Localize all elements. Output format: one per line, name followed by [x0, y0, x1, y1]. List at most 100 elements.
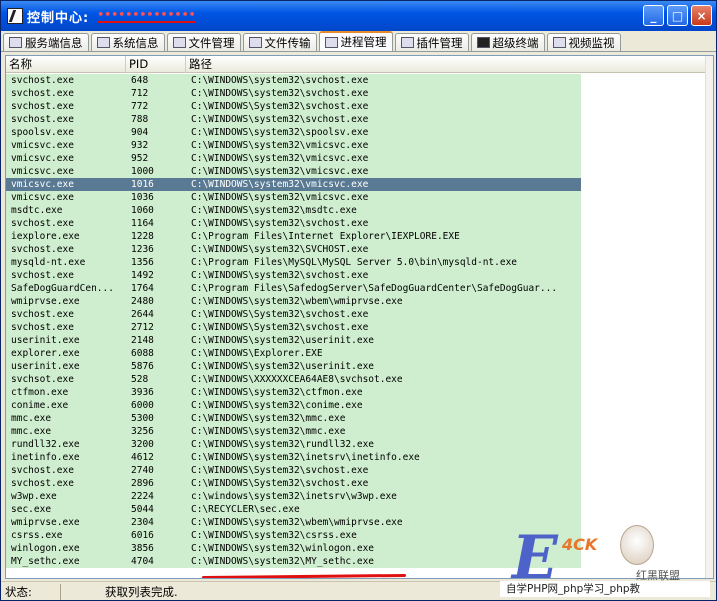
path-cell: C:\Program Files\SafedogServer\SafeDogGu…: [186, 282, 581, 295]
system-icon: [96, 37, 110, 48]
process-list[interactable]: 名称 PID 路径 svchost.exe 648 C:\WINDOWS\syste…: [5, 55, 714, 579]
table-row[interactable]: rundll32.exe 3200 C:\WINDOWS\system32\rund…: [6, 438, 706, 451]
table-row[interactable]: conime.exe 6000 C:\WINDOWS\system32\conime…: [6, 399, 706, 412]
column-header-name[interactable]: 名称: [6, 56, 126, 73]
path-cell: C:\WINDOWS\System32\svchost.exe: [186, 100, 581, 113]
process-name-cell: vmicsvc.exe: [6, 165, 126, 178]
table-row[interactable]: vmicsvc.exe 1036 C:\WINDOWS\system32\vmics…: [6, 191, 706, 204]
transfer-icon: [248, 37, 262, 48]
table-row[interactable]: iexplore.exe 1228 C:\Program Files\Interne…: [6, 230, 706, 243]
table-row[interactable]: svchost.exe 648 C:\WINDOWS\system32\svchos…: [6, 74, 706, 87]
pid-cell: 2740: [126, 464, 186, 477]
pid-cell: 2896: [126, 477, 186, 490]
tab-file-manager[interactable]: 文件管理: [166, 33, 241, 51]
watermark-site: 自学PHP网_php学习_php教: [500, 581, 710, 597]
pid-cell: 2148: [126, 334, 186, 347]
tab-server-info[interactable]: 服务端信息: [3, 33, 89, 51]
table-row[interactable]: svchost.exe 2712 C:\WINDOWS\System32\svcho…: [6, 321, 706, 334]
table-row[interactable]: svchost.exe 2740 C:\WINDOWS\System32\svcho…: [6, 464, 706, 477]
tab-bar: 服务端信息 系统信息 文件管理 文件传输 进程管理 插件管理 超级终端 视频监视: [1, 31, 716, 52]
table-row[interactable]: vmicsvc.exe 952 C:\WINDOWS\system32\vmicsv…: [6, 152, 706, 165]
vertical-scrollbar[interactable]: [705, 56, 713, 578]
watermark: E 4CK 红黑联盟 自学PHP网_php学习_php教: [500, 521, 710, 601]
column-header-path[interactable]: 路径: [186, 56, 706, 73]
process-name-cell: msdtc.exe: [6, 204, 126, 217]
process-name-cell: svchost.exe: [6, 113, 126, 126]
pid-cell: 788: [126, 113, 186, 126]
process-name-cell: svchost.exe: [6, 217, 126, 230]
path-cell: C:\WINDOWS\System32\svchost.exe: [186, 464, 581, 477]
table-row[interactable]: inetinfo.exe 4612 C:\WINDOWS\system32\inet…: [6, 451, 706, 464]
tab-label: 进程管理: [340, 35, 387, 49]
maximize-button[interactable]: □: [667, 5, 688, 26]
tab-system-info[interactable]: 系统信息: [90, 33, 165, 51]
table-row[interactable]: svchost.exe 2896 C:\WINDOWS\System32\svcho…: [6, 477, 706, 490]
table-row[interactable]: userinit.exe 5876 C:\WINDOWS\system32\user…: [6, 360, 706, 373]
pid-cell: 1000: [126, 165, 186, 178]
table-row[interactable]: wmiprvse.exe 2480 C:\WINDOWS\system32\wbem…: [6, 295, 706, 308]
table-row[interactable]: msdtc.exe 1060 C:\WINDOWS\system32\msdtc.e…: [6, 204, 706, 217]
process-name-cell: mmc.exe: [6, 425, 126, 438]
close-button[interactable]: ×: [691, 5, 712, 26]
process-name-cell: spoolsv.exe: [6, 126, 126, 139]
table-row[interactable]: mmc.exe 3256 C:\WINDOWS\system32\mmc.exe: [6, 425, 706, 438]
tab-super-terminal[interactable]: 超级终端: [470, 33, 545, 51]
process-name-cell: winlogon.exe: [6, 542, 126, 555]
path-cell: C:\WINDOWS\system32\svchost.exe: [186, 113, 581, 126]
path-cell: C:\WINDOWS\XXXXXXCEA64AE8\svchsot.exe: [186, 373, 581, 386]
column-header-pid[interactable]: PID: [126, 56, 186, 73]
process-name-cell: userinit.exe: [6, 334, 126, 347]
process-name-cell: svchost.exe: [6, 243, 126, 256]
table-row[interactable]: SafeDogGuardCen... 1764 C:\Program Files\S…: [6, 282, 706, 295]
tab-video-monitor[interactable]: 视频监视: [546, 33, 621, 51]
process-name-cell: wmiprvse.exe: [6, 295, 126, 308]
process-name-cell: svchost.exe: [6, 477, 126, 490]
title-bar[interactable]: 控制中心: •••••••••••••• _ □ ×: [1, 1, 716, 31]
pid-cell: 932: [126, 139, 186, 152]
table-row[interactable]: svchsot.exe 528 C:\WINDOWS\XXXXXXCEA64AE8\…: [6, 373, 706, 386]
table-row[interactable]: svchost.exe 1492 C:\WINDOWS\system32\svcho…: [6, 269, 706, 282]
process-name-cell: conime.exe: [6, 399, 126, 412]
table-row[interactable]: spoolsv.exe 904 C:\WINDOWS\system32\spools…: [6, 126, 706, 139]
process-name-cell: sec.exe: [6, 503, 126, 516]
pid-cell: 3200: [126, 438, 186, 451]
table-row[interactable]: svchost.exe 772 C:\WINDOWS\System32\svchos…: [6, 100, 706, 113]
table-row[interactable]: svchost.exe 1236 C:\WINDOWS\system32\SVCHO…: [6, 243, 706, 256]
table-row[interactable]: userinit.exe 2148 C:\WINDOWS\system32\user…: [6, 334, 706, 347]
table-row[interactable]: sec.exe 5044 C:\RECYCLER\sec.exe: [6, 503, 706, 516]
tab-process-manager[interactable]: 进程管理: [318, 31, 393, 51]
path-cell: C:\WINDOWS\system32\wbem\wmiprvse.exe: [186, 295, 581, 308]
path-cell: C:\WINDOWS\system32\rundll32.exe: [186, 438, 581, 451]
table-row[interactable]: svchost.exe 2644 C:\WINDOWS\System32\svcho…: [6, 308, 706, 321]
path-cell: C:\WINDOWS\System32\svchost.exe: [186, 477, 581, 490]
tab-file-transfer[interactable]: 文件传输: [242, 33, 317, 51]
pid-cell: 2224: [126, 490, 186, 503]
table-row[interactable]: explorer.exe 6088 C:\WINDOWS\Explorer.EXE: [6, 347, 706, 360]
table-row[interactable]: svchost.exe 712 C:\WINDOWS\system32\svchos…: [6, 87, 706, 100]
table-row[interactable]: vmicsvc.exe 1016 C:\WINDOWS\system32\vmics…: [6, 178, 706, 191]
path-cell: C:\WINDOWS\System32\svchost.exe: [186, 308, 581, 321]
table-row[interactable]: vmicsvc.exe 932 C:\WINDOWS\system32\vmicsv…: [6, 139, 706, 152]
table-row[interactable]: vmicsvc.exe 1000 C:\WINDOWS\system32\vmics…: [6, 165, 706, 178]
table-row[interactable]: ctfmon.exe 3936 C:\WINDOWS\system32\ctfmon…: [6, 386, 706, 399]
pid-cell: 4704: [126, 555, 186, 568]
process-name-cell: iexplore.exe: [6, 230, 126, 243]
minimize-button[interactable]: _: [643, 5, 664, 26]
process-name-cell: inetinfo.exe: [6, 451, 126, 464]
pid-cell: 648: [126, 74, 186, 87]
process-name-cell: svchost.exe: [6, 87, 126, 100]
path-cell: C:\WINDOWS\system32\conime.exe: [186, 399, 581, 412]
path-cell: c:\windows\system32\inetsrv\w3wp.exe: [186, 490, 581, 503]
tab-label: 插件管理: [416, 35, 463, 50]
pid-cell: 6016: [126, 529, 186, 542]
table-row[interactable]: mmc.exe 5300 C:\WINDOWS\system32\mmc.exe: [6, 412, 706, 425]
pid-cell: 3936: [126, 386, 186, 399]
process-name-cell: mmc.exe: [6, 412, 126, 425]
process-name-cell: mysqld-nt.exe: [6, 256, 126, 269]
table-row[interactable]: svchost.exe 788 C:\WINDOWS\system32\svchos…: [6, 113, 706, 126]
tab-plugin-manager[interactable]: 插件管理: [394, 33, 469, 51]
path-cell: C:\WINDOWS\system32\mmc.exe: [186, 412, 581, 425]
table-row[interactable]: svchost.exe 1164 C:\WINDOWS\system32\svcho…: [6, 217, 706, 230]
table-row[interactable]: mysqld-nt.exe 1356 C:\Program Files\MySQL\…: [6, 256, 706, 269]
table-row[interactable]: w3wp.exe 2224 c:\windows\system32\inetsrv\…: [6, 490, 706, 503]
